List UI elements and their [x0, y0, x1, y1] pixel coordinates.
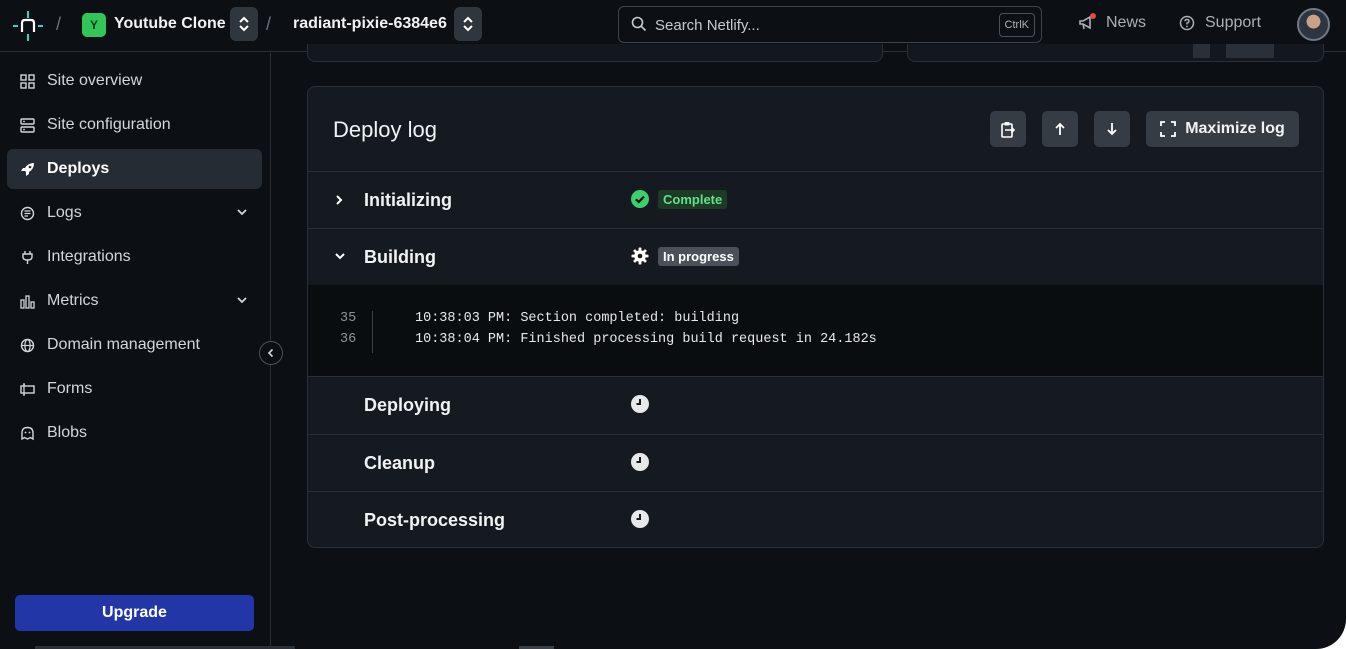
gear-icon: [631, 247, 649, 265]
log-line-number: 35: [340, 311, 357, 326]
chevron-right-icon: [336, 195, 343, 205]
sidebar-item-blobs[interactable]: Blobs: [7, 413, 262, 453]
sidebar-item-label: Domain management: [47, 336, 200, 353]
support-label: Support: [1205, 14, 1262, 31]
breadcrumb-separator: /: [266, 14, 272, 34]
sidebar-item-label: Integrations: [47, 248, 131, 265]
step-cleanup[interactable]: Cleanup: [308, 434, 1323, 491]
search-input[interactable]: Search Netlify... CtrlK: [618, 6, 1042, 43]
log-line-text: 10:38:03 PM: Section completed: building: [415, 311, 740, 326]
grid-icon: [19, 73, 35, 89]
logs-icon: [19, 205, 35, 221]
arrow-down-icon: [1107, 123, 1117, 136]
search-shortcut: CtrlK: [998, 13, 1035, 37]
status-badge: Complete: [658, 190, 728, 209]
sidebar-item-label: Deploys: [47, 160, 110, 177]
clock-icon: [631, 453, 649, 471]
chevron-down-icon: [335, 253, 345, 260]
scroll-to-top-button[interactable]: [1042, 111, 1078, 147]
sidebar: Site overview Site configuration Deploys…: [0, 53, 271, 649]
netlify-logo-icon[interactable]: [12, 10, 44, 42]
site-switcher-button[interactable]: [454, 7, 482, 41]
clock-icon: [631, 395, 649, 413]
sidebar-item-site-overview[interactable]: Site overview: [7, 61, 262, 101]
sidebar-item-site-configuration[interactable]: Site configuration: [7, 105, 262, 145]
step-name: Cleanup: [364, 453, 436, 473]
sidebar-item-deploys[interactable]: Deploys: [7, 149, 262, 189]
maximize-label: Maximize log: [1185, 120, 1285, 137]
maximize-log-button[interactable]: Maximize log: [1146, 111, 1299, 147]
news-label: News: [1106, 14, 1147, 31]
clipboard-icon: [1001, 121, 1016, 138]
bar-chart-icon: [19, 293, 35, 309]
chevron-down-icon: [237, 209, 247, 216]
step-name: Initializing: [364, 190, 452, 210]
build-log-output: 35 10:38:03 PM: Section completed: build…: [308, 285, 1323, 377]
sidebar-item-label: Site overview: [47, 72, 143, 89]
megaphone-icon: [1078, 13, 1096, 31]
log-gutter-divider: [372, 311, 373, 353]
maximize-icon: [1160, 121, 1177, 137]
search-placeholder: Search Netlify...: [655, 17, 760, 34]
chevron-left-icon: [267, 348, 274, 358]
support-link[interactable]: Support: [1179, 14, 1261, 32]
app-window: / Y Youtube Clone / radiant-pixie-6384e6…: [0, 0, 1346, 649]
scroll-to-bottom-button[interactable]: [1094, 111, 1130, 147]
step-name: Building: [364, 247, 436, 267]
site-name[interactable]: radiant-pixie-6384e6: [293, 15, 447, 33]
form-icon: [19, 381, 35, 397]
blob-icon: [19, 425, 35, 441]
breadcrumb-separator: /: [56, 14, 62, 34]
status-badge: In progress: [658, 247, 739, 266]
help-circle-icon: [1179, 15, 1195, 31]
collapse-sidebar-button[interactable]: [259, 341, 283, 365]
check-circle-icon: [631, 190, 649, 208]
log-line-number: 36: [340, 332, 357, 347]
chevron-up-down-icon: [239, 16, 249, 32]
sidebar-item-label: Site configuration: [47, 116, 171, 133]
card-above-button[interactable]: [1226, 44, 1274, 58]
sidebar-item-domain-management[interactable]: Domain management: [7, 325, 262, 365]
copy-log-button[interactable]: [990, 111, 1026, 147]
chevron-down-icon: [237, 297, 247, 304]
step-name: Post-processing: [364, 510, 506, 530]
sidebar-item-label: Blobs: [47, 424, 88, 441]
card-above: [307, 44, 883, 62]
sidebar-item-logs[interactable]: Logs: [7, 193, 262, 233]
plug-icon: [19, 249, 35, 265]
user-avatar[interactable]: [1297, 8, 1330, 41]
notification-dot: [1090, 13, 1096, 19]
upgrade-button[interactable]: Upgrade: [15, 595, 254, 631]
search-icon: [631, 16, 647, 32]
panel-title: Deploy log: [333, 117, 437, 142]
card-above-button[interactable]: [1193, 44, 1210, 58]
log-line-text: 10:38:04 PM: Finished processing build r…: [415, 332, 877, 347]
team-switcher-button[interactable]: [230, 7, 258, 41]
step-building[interactable]: Building In progress: [308, 228, 1323, 285]
rocket-icon: [19, 161, 35, 177]
card-above: [907, 44, 1324, 62]
step-name: Deploying: [364, 395, 452, 415]
sidebar-item-forms[interactable]: Forms: [7, 369, 262, 409]
news-link[interactable]: News: [1078, 13, 1147, 32]
step-deploying[interactable]: Deploying: [308, 377, 1323, 434]
deploy-log-panel: Deploy log Maximize log Initializing Com…: [307, 86, 1324, 548]
sidebar-item-metrics[interactable]: Metrics: [7, 281, 262, 321]
sidebar-item-label: Metrics: [47, 292, 99, 309]
arrow-up-icon: [1055, 122, 1065, 135]
team-avatar[interactable]: Y: [82, 13, 106, 37]
step-initializing[interactable]: Initializing Complete: [308, 171, 1323, 228]
clock-icon: [631, 510, 649, 528]
chevron-up-down-icon: [463, 16, 473, 32]
config-icon: [19, 117, 35, 133]
sidebar-item-label: Forms: [47, 380, 93, 397]
globe-icon: [19, 337, 35, 353]
team-name[interactable]: Youtube Clone: [114, 15, 226, 33]
step-post-processing[interactable]: Post-processing: [308, 491, 1323, 547]
sidebar-item-integrations[interactable]: Integrations: [7, 237, 262, 277]
sidebar-item-label: Logs: [47, 204, 82, 221]
